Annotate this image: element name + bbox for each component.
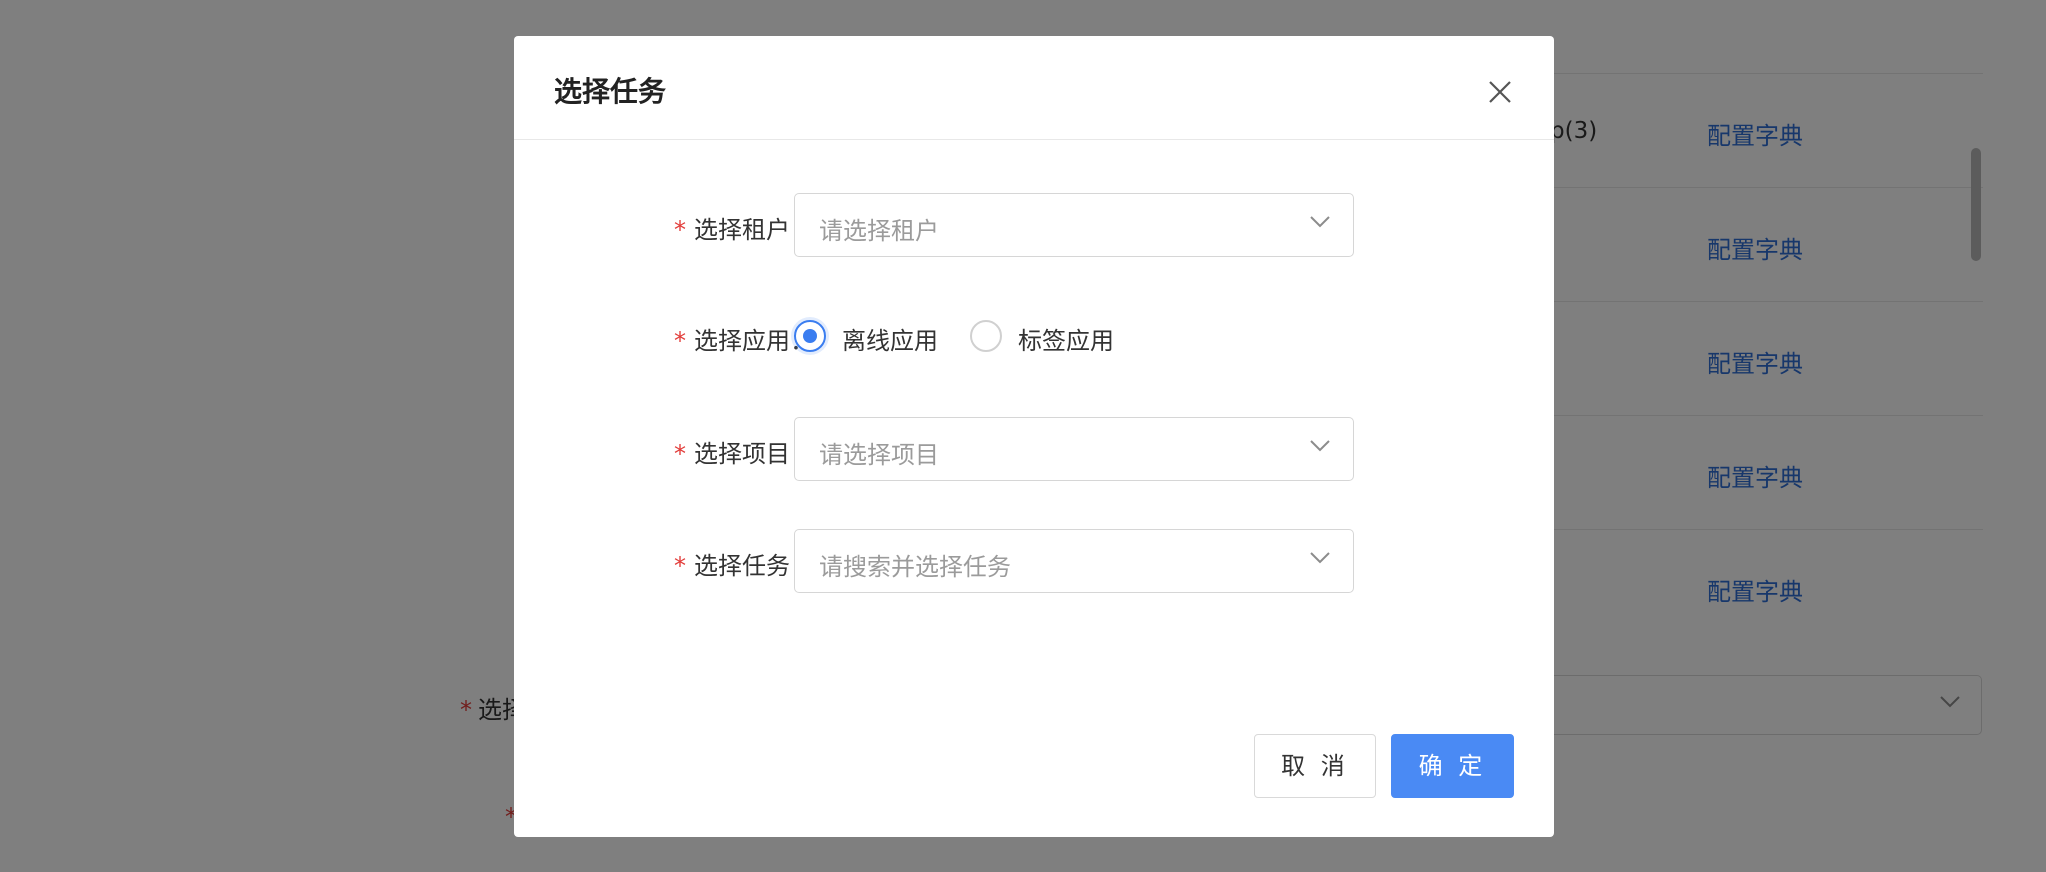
required-mark: *: [674, 327, 686, 355]
task-select-placeholder: 请搜索并选择任务: [819, 553, 1011, 581]
required-mark: *: [674, 216, 686, 244]
chevron-down-icon: [1309, 438, 1331, 457]
close-icon[interactable]: [1482, 74, 1518, 110]
required-mark: *: [674, 552, 686, 580]
project-select-placeholder: 请选择项目: [819, 441, 939, 469]
form-row-tenant: * 选择租户： 请选择租户: [514, 193, 1554, 257]
tenant-select-placeholder: 请选择租户: [819, 217, 939, 245]
chevron-down-icon: [1309, 550, 1331, 569]
chevron-down-icon: [1309, 214, 1331, 233]
cancel-button[interactable]: 取 消: [1254, 734, 1376, 798]
form-row-app: * 选择应用： 离线应用 标签应用: [514, 305, 1554, 369]
form-row-project: * 选择项目： 请选择项目: [514, 417, 1554, 481]
task-select[interactable]: 请搜索并选择任务: [794, 529, 1354, 593]
form-row-task: * 选择任务： 请搜索并选择任务: [514, 529, 1554, 593]
radio-checked-icon[interactable]: [794, 320, 826, 352]
modal-header: 选择任务: [514, 36, 1554, 140]
radio-unchecked-icon[interactable]: [970, 320, 1002, 352]
tenant-label: * 选择租户：: [674, 210, 814, 245]
radio-tag-app-label: 标签应用: [1018, 327, 1114, 355]
project-label: * 选择项目：: [674, 434, 814, 469]
select-task-modal: 选择任务 * 选择租户： 请选择租户 * 选择应用： 离线应用 标签应用 * 选…: [514, 36, 1554, 837]
confirm-button[interactable]: 确 定: [1391, 734, 1514, 798]
project-select[interactable]: 请选择项目: [794, 417, 1354, 481]
required-mark: *: [674, 440, 686, 468]
app-label: * 选择应用：: [674, 321, 814, 356]
task-label: * 选择任务：: [674, 546, 814, 581]
modal-title: 选择任务: [554, 75, 667, 108]
tenant-select[interactable]: 请选择租户: [794, 193, 1354, 257]
radio-offline-app-label: 离线应用: [842, 327, 938, 355]
